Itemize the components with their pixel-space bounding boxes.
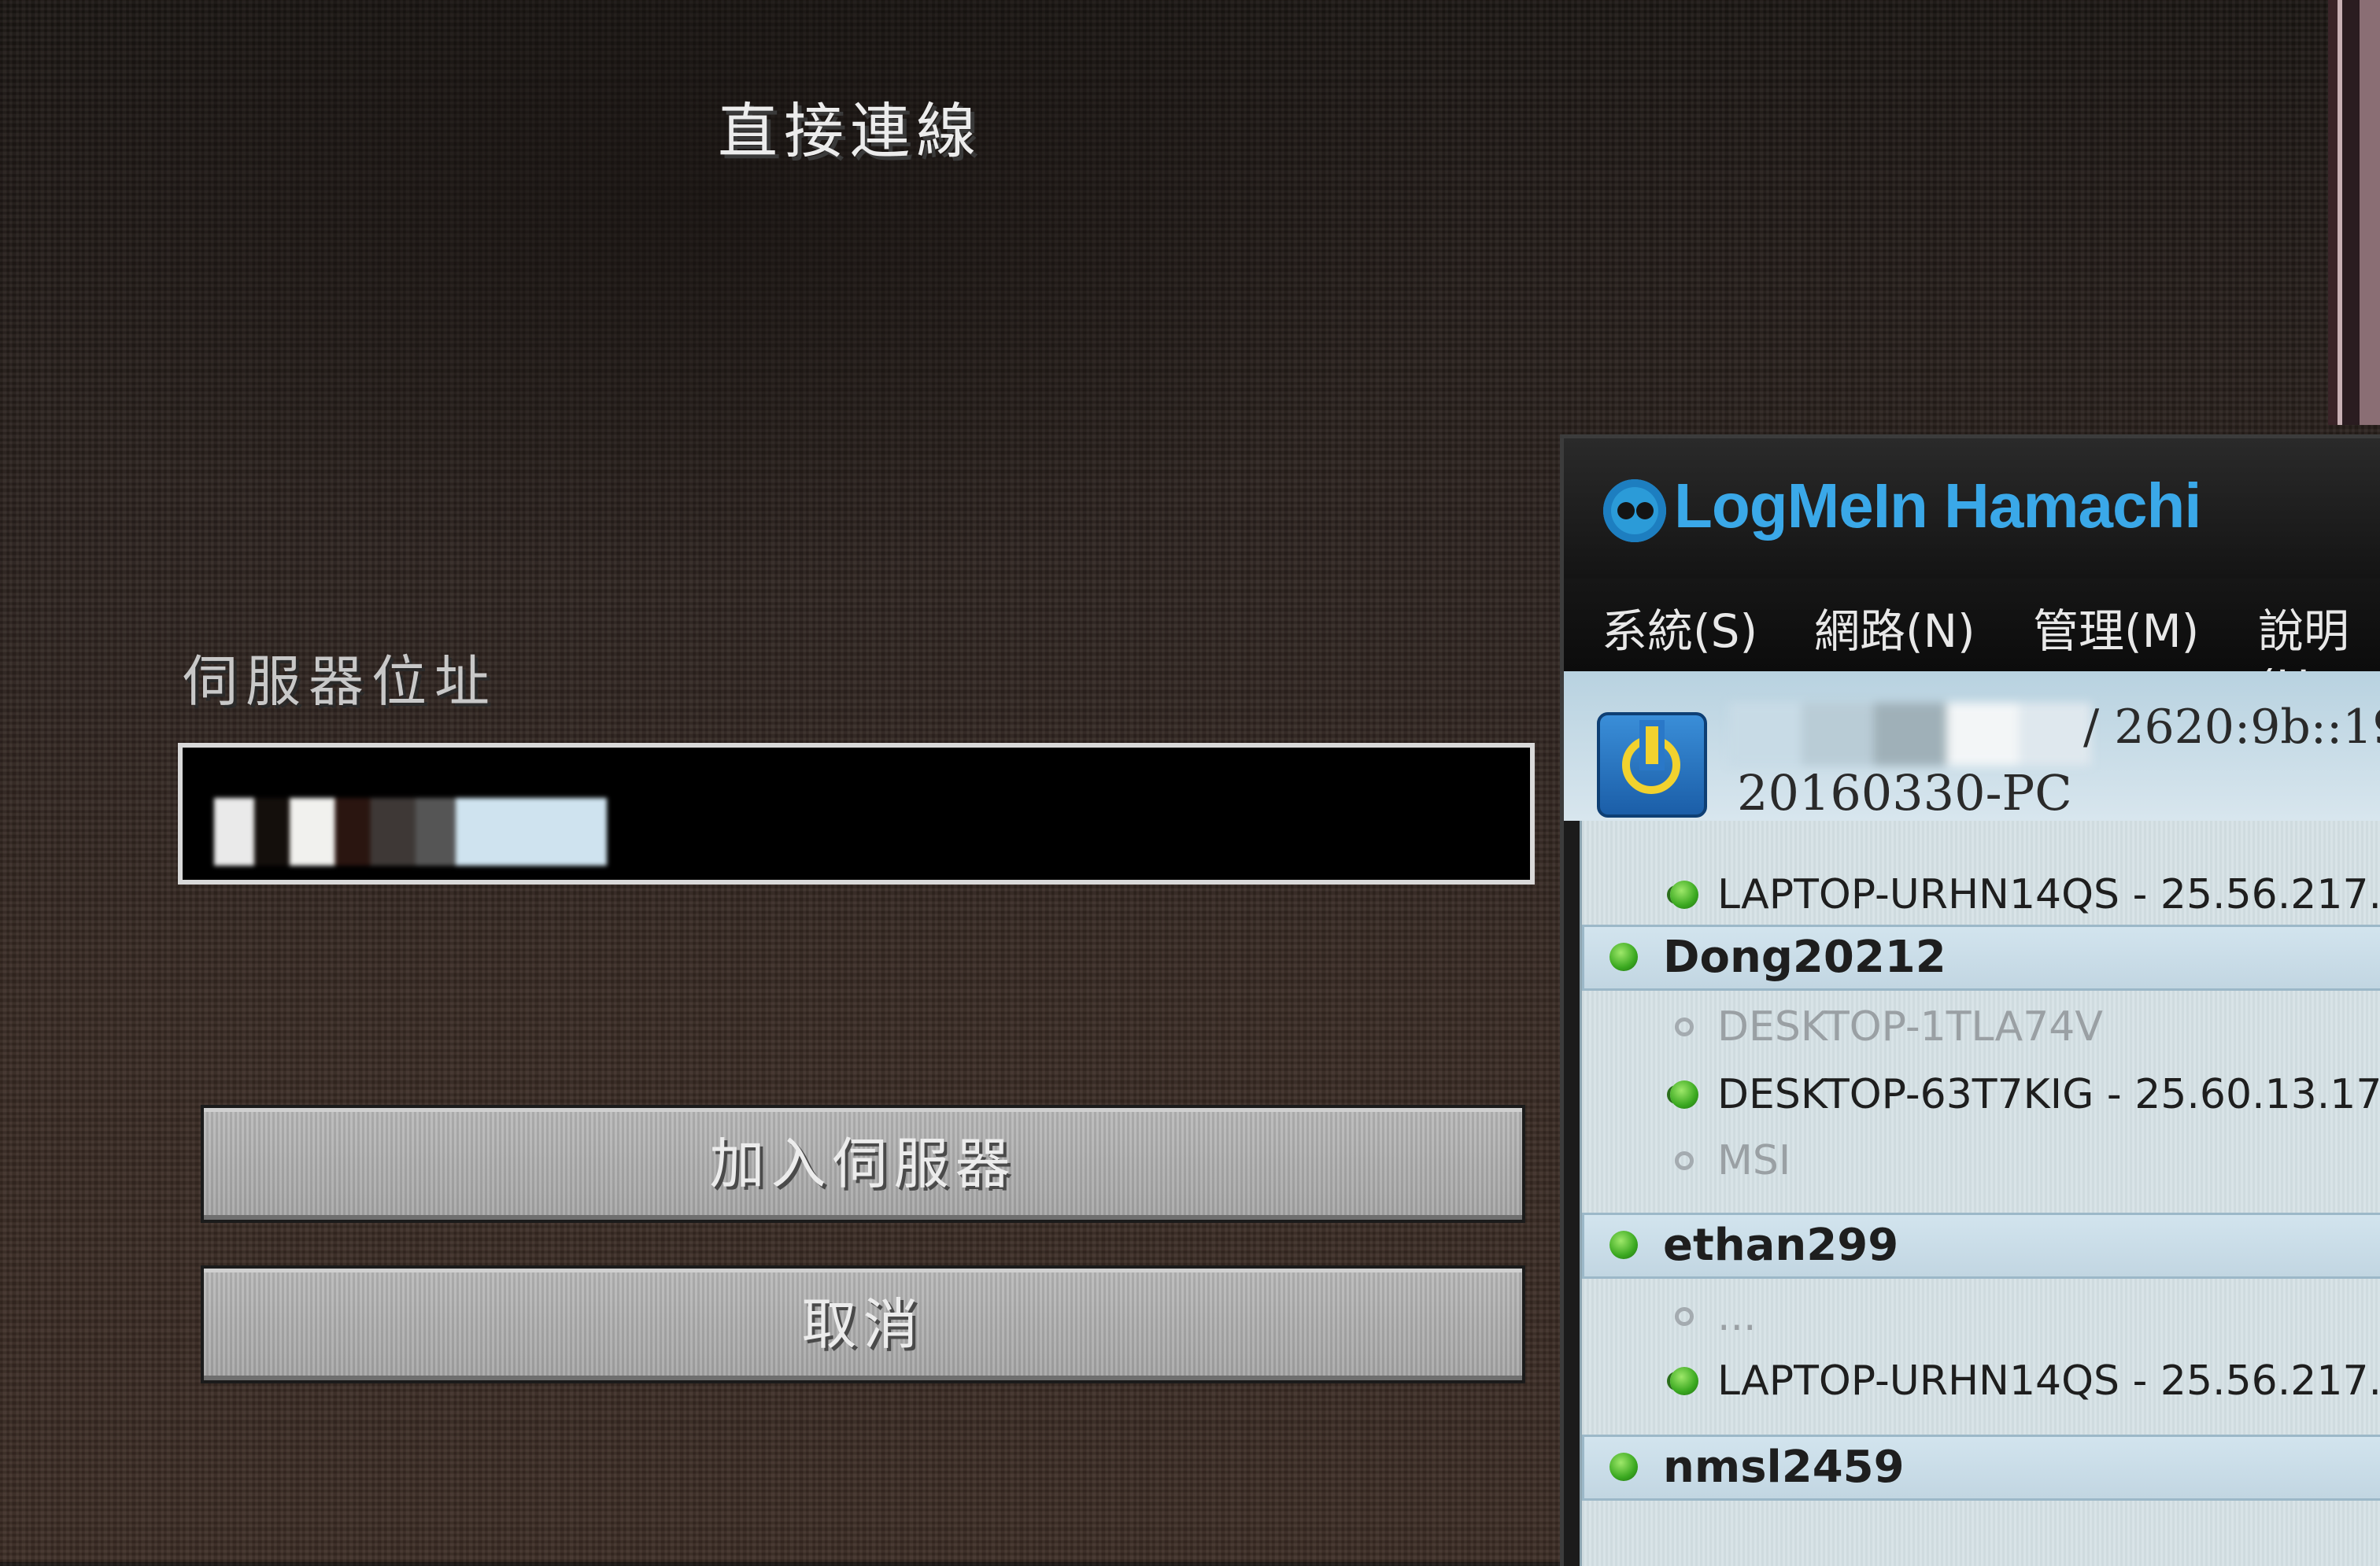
server-address-value-redacted bbox=[214, 798, 718, 866]
hamachi-app-title: LogMeIn Hamachi bbox=[1674, 471, 2202, 541]
network-online-icon bbox=[1609, 1453, 1638, 1481]
network-label: Dong20212 bbox=[1663, 932, 1946, 983]
cancel-button[interactable]: 取消 bbox=[201, 1265, 1525, 1383]
join-server-button[interactable]: 加入伺服器 bbox=[201, 1105, 1525, 1223]
network-online-icon bbox=[1609, 943, 1638, 971]
peer-label: LAPTOP-URHN14QS - 25.56.217. bbox=[1717, 871, 2380, 918]
offline-status-icon bbox=[1675, 1151, 1694, 1170]
hamachi-window: LogMeIn Hamachi 系統(S) 網路(N) 管理(M) 說明(H /… bbox=[1560, 434, 2380, 1566]
online-status-icon bbox=[1670, 1080, 1698, 1109]
peer-label: MSI bbox=[1717, 1137, 1791, 1184]
hamachi-self-panel: / 2620:9b::19 20160330-PC bbox=[1564, 671, 2380, 822]
offline-status-icon bbox=[1675, 1307, 1694, 1326]
network-online-icon bbox=[1609, 1231, 1638, 1259]
peer-row[interactable]: LAPTOP-URHN14QS - 25.56.217. bbox=[1582, 863, 2380, 926]
server-address-input[interactable] bbox=[178, 743, 1535, 885]
online-status-icon bbox=[1670, 1367, 1698, 1395]
peer-label: DESKTOP-63T7KIG - 25.60.13.17 bbox=[1717, 1071, 2380, 1118]
network-row[interactable]: nmsl2459 bbox=[1582, 1435, 2380, 1501]
hamachi-header: LogMeIn Hamachi bbox=[1564, 438, 2380, 578]
network-label: ethan299 bbox=[1663, 1220, 1899, 1271]
peer-row[interactable]: LAPTOP-URHN14QS - 25.56.217.1 bbox=[1582, 1350, 2380, 1413]
self-ipv6: / 2620:9b::19 bbox=[2083, 700, 2380, 755]
peer-row[interactable]: DESKTOP-1TLA74V bbox=[1582, 995, 2380, 1058]
peer-label: LAPTOP-URHN14QS - 25.56.217.1 bbox=[1717, 1357, 2380, 1405]
menu-network[interactable]: 網路(N) bbox=[1814, 594, 1975, 660]
online-status-icon bbox=[1670, 881, 1698, 909]
menu-system[interactable]: 系統(S) bbox=[1602, 594, 1757, 660]
hamachi-logo-icon bbox=[1603, 479, 1666, 542]
peer-label: ... bbox=[1717, 1293, 1757, 1340]
power-button[interactable] bbox=[1597, 712, 1707, 818]
peer-row[interactable]: MSI bbox=[1582, 1129, 2380, 1192]
monitor-edge-frame bbox=[2328, 0, 2380, 425]
network-row[interactable]: Dong20212 bbox=[1582, 925, 2380, 991]
menu-manage[interactable]: 管理(M) bbox=[2033, 594, 2199, 660]
offline-status-icon bbox=[1675, 1018, 1694, 1036]
peer-label: DESKTOP-1TLA74V bbox=[1717, 1003, 2103, 1051]
network-row[interactable]: ethan299 bbox=[1582, 1213, 2380, 1279]
server-address-label: 伺服器位址 bbox=[183, 649, 497, 714]
self-ipv4-redacted bbox=[1729, 703, 2091, 766]
hamachi-menu-bar: 系統(S) 網路(N) 管理(M) 說明(H bbox=[1564, 578, 2380, 714]
self-hostname: 20160330-PC bbox=[1737, 764, 2072, 822]
direct-connect-title: 直接連線 bbox=[718, 96, 982, 166]
network-list: LAPTOP-URHN14QS - 25.56.217. Dong20212 D… bbox=[1580, 821, 2380, 1566]
peer-row[interactable]: ... bbox=[1582, 1285, 2380, 1348]
peer-row[interactable]: DESKTOP-63T7KIG - 25.60.13.17 bbox=[1582, 1063, 2380, 1126]
network-label: nmsl2459 bbox=[1663, 1442, 1905, 1493]
